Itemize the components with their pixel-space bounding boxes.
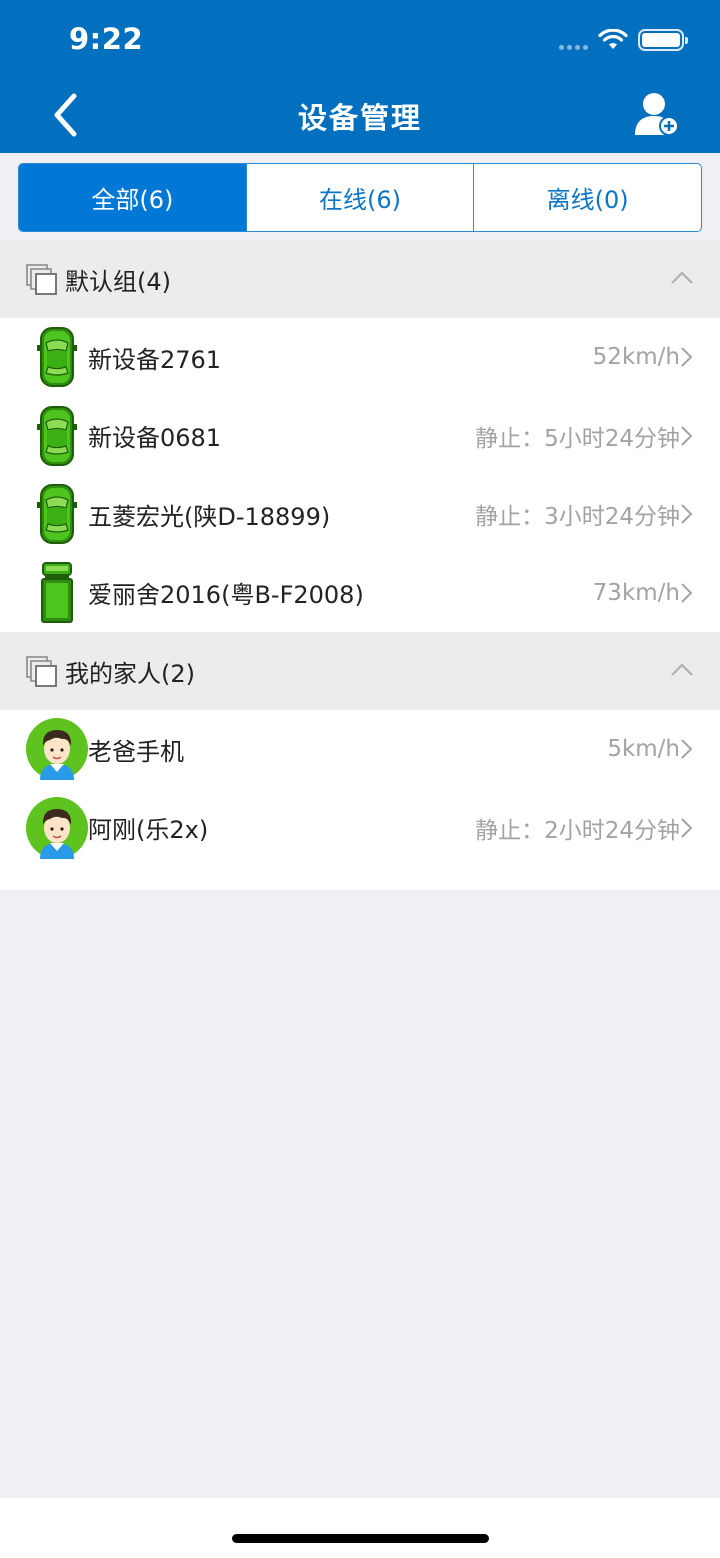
device-list-default: 新设备2761 52km/h 新设备0681 静止：5小时24分钟 五菱宏光(陕… (0, 318, 720, 632)
list-item[interactable]: 新设备2761 52km/h (0, 318, 720, 397)
chevron-up-icon[interactable] (670, 662, 694, 678)
list-item[interactable]: 五菱宏光(陕D-18899) 静止：3小时24分钟 (0, 475, 720, 554)
chevron-right-icon (681, 347, 693, 367)
car-icon (26, 405, 88, 467)
list-item[interactable]: 爱丽舍2016(粤B-F2008) 73km/h (0, 554, 720, 633)
filter-tabs: 全部(6) 在线(6) 离线(0) (18, 163, 702, 232)
car-icon (26, 483, 88, 545)
page-title: 设备管理 (297, 101, 422, 135)
device-name: 爱丽舍2016(粤B-F2008) (88, 581, 364, 610)
device-name: 五菱宏光(陕D-18899) (88, 502, 331, 531)
chevron-right-icon (681, 583, 693, 603)
device-status: 52km/h (592, 344, 680, 371)
person-avatar (26, 718, 88, 781)
chevron-right-icon (681, 504, 693, 524)
chevron-up-icon[interactable] (670, 270, 694, 286)
device-name: 阿刚(乐2x) (88, 816, 209, 845)
tab-all[interactable]: 全部(6) (19, 164, 246, 231)
device-status: 静止：5小时24分钟 (475, 425, 680, 452)
chevron-right-icon (681, 426, 693, 446)
tab-online[interactable]: 在线(6) (245, 164, 474, 231)
navigation-header: 9:22 设备管理 (0, 0, 720, 153)
device-status: 静止：2小时24分钟 (475, 817, 680, 844)
group-header-family[interactable]: 我的家人(2) (0, 632, 720, 710)
list-item[interactable]: 新设备0681 静止：5小时24分钟 (0, 397, 720, 476)
group-stack-icon (26, 656, 57, 687)
chevron-right-icon (681, 818, 693, 838)
device-status: 5km/h (607, 736, 680, 763)
battery-icon (638, 29, 688, 51)
device-list-family: 老爸手机 5km/h 阿刚(乐2x) 静止：2小时24分钟 (0, 710, 720, 890)
list-item[interactable]: 老爸手机 5km/h (0, 710, 720, 789)
list-item[interactable]: 阿刚(乐2x) 静止：2小时24分钟 (0, 789, 720, 868)
device-status: 73km/h (592, 579, 680, 606)
group-title: 我的家人(2) (65, 659, 195, 688)
car-icon (26, 326, 88, 388)
tab-offline[interactable]: 离线(0) (473, 164, 701, 231)
person-avatar (26, 796, 88, 859)
group-stack-icon (26, 264, 57, 295)
status-icons (559, 26, 688, 54)
wifi-icon (598, 29, 628, 49)
home-indicator[interactable] (232, 1534, 489, 1543)
add-user-icon (635, 93, 679, 136)
device-name: 老爸手机 (88, 737, 184, 766)
device-name: 新设备2761 (88, 345, 222, 374)
truck-icon (26, 561, 88, 624)
device-status: 静止：3小时24分钟 (475, 504, 680, 531)
home-indicator-area (0, 1498, 720, 1558)
cellular-signal-icon (559, 30, 588, 50)
add-user-button[interactable] (634, 88, 684, 140)
chevron-right-icon (681, 739, 693, 759)
group-title: 默认组(4) (65, 267, 171, 296)
status-time: 9:22 (69, 22, 144, 56)
group-header-default[interactable]: 默认组(4) (0, 240, 720, 318)
device-name: 新设备0681 (88, 424, 222, 453)
